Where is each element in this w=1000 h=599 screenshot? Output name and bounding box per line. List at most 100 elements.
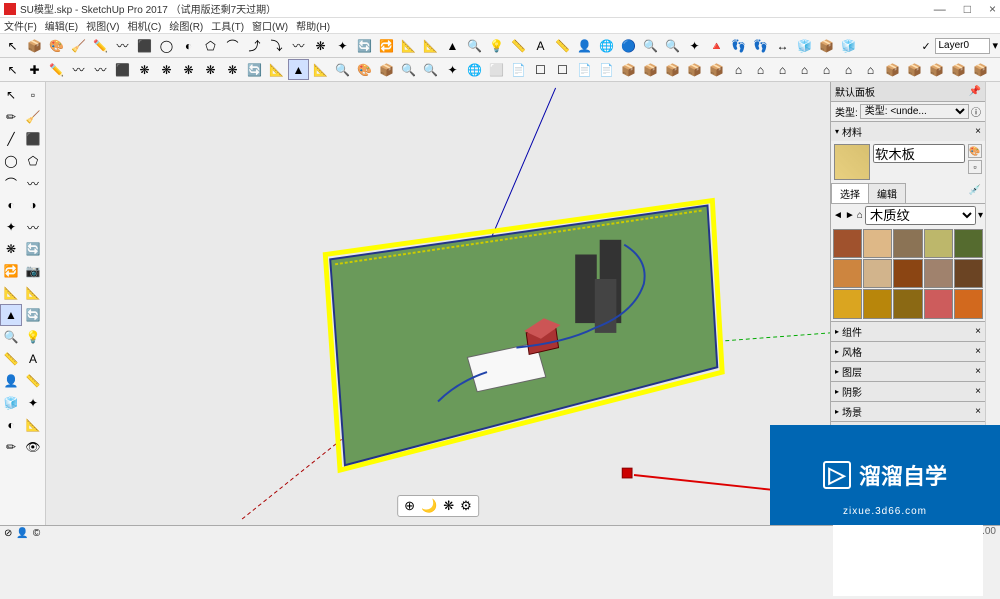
viewport[interactable]: ⊕ 🌙 ❋ ⚙ (46, 82, 830, 525)
section-close-icon[interactable]: × (975, 126, 981, 137)
toolbar1-btn-28[interactable]: 🔵 (618, 35, 639, 56)
toolbar1-btn-31[interactable]: ✦ (684, 35, 705, 56)
left-tool-12-0[interactable]: 📏 (0, 348, 22, 370)
left-tool-15-1[interactable]: 📐 (22, 414, 44, 436)
material-item-9[interactable] (954, 259, 983, 288)
toolbar2-btn-13[interactable]: ▲ (288, 59, 309, 80)
toolbar1-btn-35[interactable]: ↔ (772, 35, 793, 56)
nav-menu-icon[interactable]: ▾ (978, 210, 983, 221)
toolbar1-btn-24[interactable]: A (530, 35, 551, 56)
toolbar2-btn-15[interactable]: 🔍 (332, 59, 353, 80)
left-tool-8-0[interactable]: 🔁 (0, 260, 22, 282)
material-item-14[interactable] (954, 289, 983, 318)
section-close-icon[interactable]: × (975, 386, 981, 397)
toolbar1-btn-8[interactable]: ◐ (178, 35, 199, 56)
toolbar1-btn-13[interactable]: 〰 (288, 35, 309, 56)
section-close-icon[interactable]: × (975, 346, 981, 357)
toolbar1-btn-30[interactable]: 🔍 (662, 35, 683, 56)
toolbar1-btn-2[interactable]: 🎨 (46, 35, 67, 56)
material-item-7[interactable] (893, 259, 922, 288)
toolbar1-btn-16[interactable]: 🔄 (354, 35, 375, 56)
nav-back-icon[interactable]: ◄ (833, 210, 843, 221)
left-tool-12-1[interactable]: A (22, 348, 44, 370)
menu-draw[interactable]: 绘图(R) (169, 18, 203, 33)
toolbar2-btn-33[interactable]: ⌂ (728, 59, 749, 80)
left-tool-9-1[interactable]: 📐 (22, 282, 44, 304)
material-item-3[interactable] (924, 229, 953, 258)
material-item-11[interactable] (863, 289, 892, 318)
toolbar2-btn-21[interactable]: 🌐 (464, 59, 485, 80)
toolbar2-btn-34[interactable]: ⌂ (750, 59, 771, 80)
status-credit-icon[interactable]: © (33, 528, 40, 539)
left-tool-2-0[interactable]: ╱ (0, 128, 22, 150)
left-tool-11-1[interactable]: 💡 (22, 326, 44, 348)
section-close-icon[interactable]: × (975, 326, 981, 337)
left-tool-4-0[interactable]: ⌒ (0, 172, 22, 194)
left-tool-10-1[interactable]: 🔄 (22, 304, 44, 326)
left-tool-5-1[interactable]: ◑ (22, 194, 44, 216)
left-tool-1-1[interactable]: 🧹 (22, 106, 44, 128)
left-tool-11-0[interactable]: 🔍 (0, 326, 22, 348)
toolbar2-btn-43[interactable]: 📦 (948, 59, 969, 80)
nav-home-icon[interactable]: ⌂ (857, 210, 863, 221)
toolbar2-btn-14[interactable]: 📐 (310, 59, 331, 80)
material-item-4[interactable] (954, 229, 983, 258)
layer-visible-check[interactable]: ✓ (921, 40, 933, 52)
panel-section-3[interactable]: ▸阴影× (831, 381, 985, 401)
toolbar1-btn-14[interactable]: ❋ (310, 35, 331, 56)
material-item-8[interactable] (924, 259, 953, 288)
left-tool-8-1[interactable]: 📷 (22, 260, 44, 282)
eyedropper-icon[interactable]: 💉 (965, 183, 985, 203)
toolbar2-btn-40[interactable]: 📦 (882, 59, 903, 80)
left-tool-5-0[interactable]: ◐ (0, 194, 22, 216)
toolbar1-btn-27[interactable]: 🌐 (596, 35, 617, 56)
section-close-icon[interactable]: × (975, 366, 981, 377)
toolbar2-btn-30[interactable]: 📦 (662, 59, 683, 80)
toolbar1-btn-15[interactable]: ✦ (332, 35, 353, 56)
left-tool-0-0[interactable]: ↖ (0, 84, 22, 106)
toolbar2-btn-3[interactable]: 〰 (68, 59, 89, 80)
left-tool-4-1[interactable]: 〰 (22, 172, 44, 194)
panel-section-0[interactable]: ▸组件× (831, 321, 985, 341)
left-tool-14-0[interactable]: 🧊 (0, 392, 22, 414)
left-tool-0-1[interactable]: ▫ (22, 84, 44, 106)
toolbar2-btn-27[interactable]: 📄 (596, 59, 617, 80)
toolbar2-btn-42[interactable]: 📦 (926, 59, 947, 80)
left-tool-16-1[interactable]: 👁 (22, 436, 44, 458)
toolbar2-btn-25[interactable]: ☐ (552, 59, 573, 80)
toolbar2-btn-12[interactable]: 📐 (266, 59, 287, 80)
material-name-input[interactable] (873, 144, 965, 163)
entity-info-icon[interactable]: ⓘ (971, 104, 981, 119)
pin-icon[interactable]: 📌 (969, 86, 981, 97)
default-material-icon[interactable]: ▫ (968, 160, 982, 174)
toolbar1-btn-32[interactable]: 🔺 (706, 35, 727, 56)
layer-dropdown-icon[interactable]: ▾ (992, 39, 998, 52)
toolbar2-btn-8[interactable]: ❋ (178, 59, 199, 80)
left-tool-2-1[interactable]: ⬛ (22, 128, 44, 150)
toolbar1-btn-29[interactable]: 🔍 (640, 35, 661, 56)
left-tool-9-0[interactable]: 📐 (0, 282, 22, 304)
toolbar2-btn-28[interactable]: 📦 (618, 59, 639, 80)
toolbar1-btn-38[interactable]: 🧊 (838, 35, 859, 56)
toolbar2-btn-44[interactable]: 📦 (970, 59, 991, 80)
close-button[interactable]: × (989, 2, 996, 16)
toolbar2-btn-36[interactable]: ⌂ (794, 59, 815, 80)
toolbar2-btn-39[interactable]: ⌂ (860, 59, 881, 80)
toolbar1-btn-25[interactable]: 📏 (552, 35, 573, 56)
layer-selector[interactable]: ✓ ▾ (921, 38, 998, 54)
left-tool-3-0[interactable]: ◯ (0, 150, 22, 172)
toolbar2-btn-29[interactable]: 📦 (640, 59, 661, 80)
create-material-icon[interactable]: 🎨 (968, 144, 982, 158)
toolbar2-btn-26[interactable]: 📄 (574, 59, 595, 80)
menu-window[interactable]: 窗口(W) (252, 18, 288, 33)
toolbar2-btn-16[interactable]: 🎨 (354, 59, 375, 80)
toolbar2-btn-38[interactable]: ⌂ (838, 59, 859, 80)
tab-edit[interactable]: 编辑 (868, 183, 906, 203)
toolbar2-btn-4[interactable]: 〰 (90, 59, 111, 80)
toolbar1-btn-20[interactable]: ▲ (442, 35, 463, 56)
toolbar1-btn-3[interactable]: 🧹 (68, 35, 89, 56)
toolbar2-btn-2[interactable]: ✏️ (46, 59, 67, 80)
toolbar1-btn-0[interactable]: ↖ (2, 35, 23, 56)
toolbar1-btn-22[interactable]: 💡 (486, 35, 507, 56)
toolbar1-btn-9[interactable]: ⬠ (200, 35, 221, 56)
